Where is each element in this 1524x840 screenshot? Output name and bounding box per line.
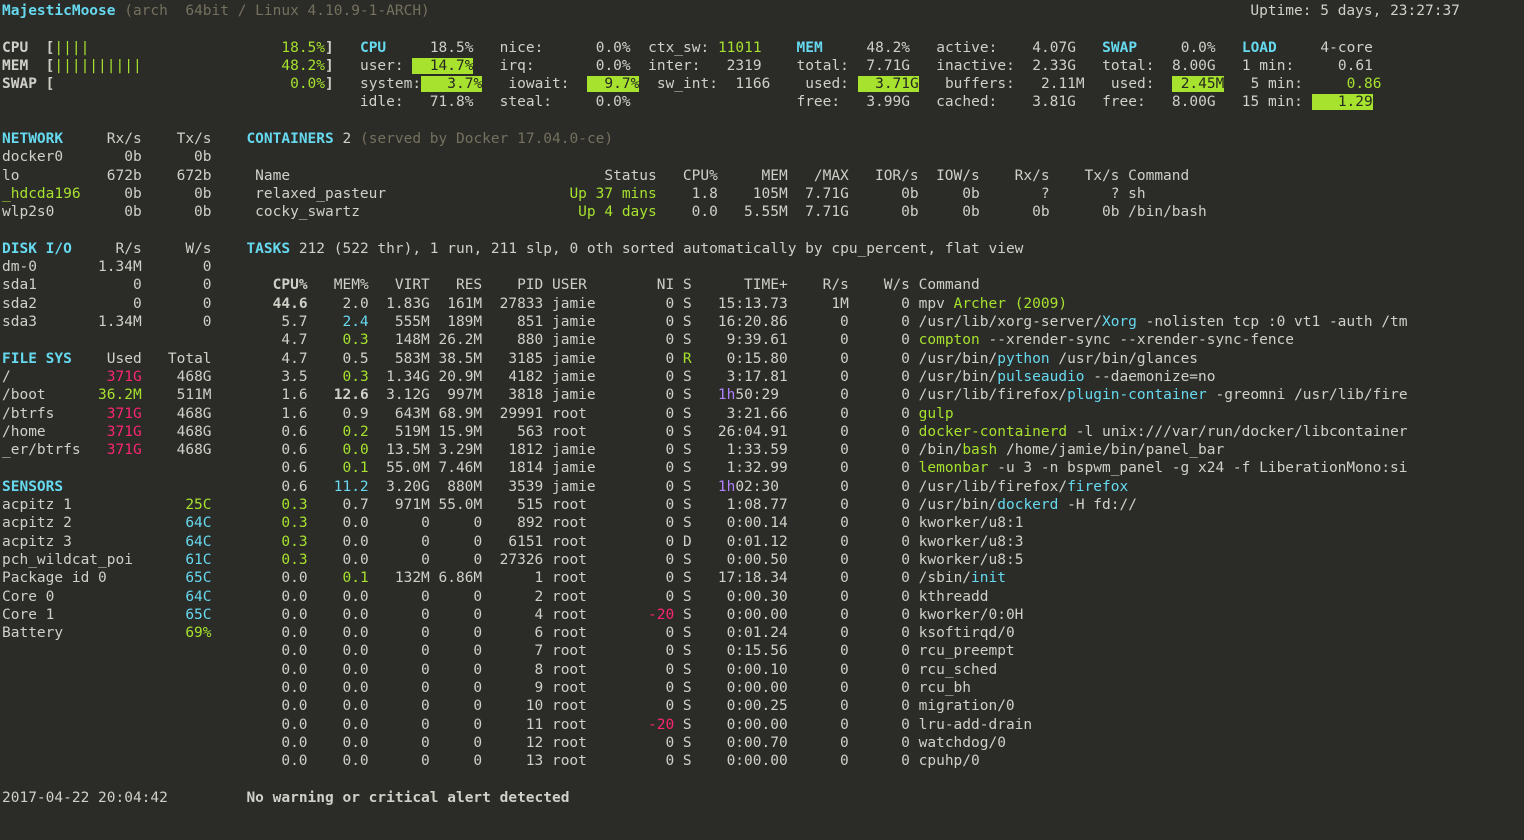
cpu-user: 14.7% — [412, 58, 473, 74]
container-status: Up 37 mins — [465, 186, 657, 202]
stats-row-3: SWAP [ 0.0%] system: 3.7% iowait: 9.7% s… — [2, 75, 1522, 93]
cpu-iowait: 9.7% — [587, 76, 639, 92]
stats-row-4: idle: 71.8% steal: 0.0% free: 3.99G cach… — [2, 93, 1522, 111]
body-row: Core 1 65C 0.0 0.0 0 0 4 root -20 S 0:00… — [2, 606, 1522, 624]
uptime: Uptime: 5 days, 23:27:37 — [1250, 3, 1460, 19]
network-row: lo 672b 672b Name Status CPU% MEM /MAX I… — [2, 167, 1522, 185]
body-row: /boot 36.2M 511M 1.6 12.6 3.12G 997M 381… — [2, 386, 1522, 404]
container-status: Up 4 days — [465, 204, 657, 220]
body-row: 0.0 0.0 0 0 11 root -20 S 0:00.00 0 0 lr… — [2, 716, 1522, 734]
body-row: 0.0 0.0 0 0 7 root 0 S 0:15.56 0 0 rcu_p… — [2, 642, 1522, 660]
tasks-header: TASKS — [246, 241, 290, 257]
body-row: FILE SYS Used Total 4.7 0.5 583M 38.5M 3… — [2, 350, 1522, 368]
body-row: 0.0 0.0 0 0 9 root 0 S 0:00.00 0 0 rcu_b… — [2, 679, 1522, 697]
footer-msg: No warning or critical alert detected — [246, 790, 569, 806]
swap-header: SWAP — [1102, 40, 1163, 56]
body-row: 0.6 0.1 55.0M 7.46M 1814 jamie 0 S 1:32.… — [2, 459, 1522, 477]
mem-used: 3.71G — [858, 76, 919, 92]
footer-time: 2017-04-22 20:04:42 — [2, 790, 168, 806]
mem-header: MEM — [797, 40, 849, 56]
bar-fill-CPU: |||| — [54, 40, 272, 56]
diskio-header: DISK I/O — [2, 241, 81, 257]
fs-header: FILE SYS — [2, 351, 81, 367]
load-15: 1.29 — [1312, 94, 1373, 110]
body-row: pch_wildcat_poi 61C 0.3 0.0 0 0 27326 ro… — [2, 551, 1522, 569]
body-row: Package id 0 65C 0.0 0.1 132M 6.86M 1 ro… — [2, 569, 1522, 587]
bar-pct-CPU: 18.5% — [273, 40, 325, 56]
hostname: MajesticMoose — [2, 3, 116, 19]
body-row: dm-0 1.34M 0 — [2, 258, 1522, 276]
net-cont-header: NETWORK Rx/s Tx/s CONTAINERS 2 (served b… — [2, 130, 1522, 148]
body-row: /btrfs 371G 468G 1.6 0.9 643M 68.9M 2999… — [2, 405, 1522, 423]
containers-header: CONTAINERS — [246, 131, 333, 147]
bar-pct-SWAP: 0.0% — [273, 76, 325, 92]
body-row: SENSORS 0.6 11.2 3.20G 880M 3539 jamie 0… — [2, 478, 1522, 496]
body-row: sda3 1.34M 0 5.7 2.4 555M 189M 851 jamie… — [2, 313, 1522, 331]
body-row: 0.0 0.0 0 0 12 root 0 S 0:00.70 0 0 watc… — [2, 734, 1522, 752]
stats-row-2: MEM [|||||||||| 48.2%] user: 14.7% irq: … — [2, 57, 1522, 75]
cpu-header: CPU — [360, 40, 412, 56]
sysinfo: (arch 64bit / Linux 4.10.9-1-ARCH) — [124, 3, 430, 19]
body-row: 0.0 0.0 0 0 13 root 0 S 0:00.00 0 0 cpuh… — [2, 752, 1522, 770]
body-row: /home 371G 468G 0.6 0.2 519M 15.9M 563 r… — [2, 423, 1522, 441]
network-row: wlp2s0 0b 0b cocky_swartz Up 4 days 0.0 … — [2, 203, 1522, 221]
tasks-summary: 212 (522 thr), 1 run, 211 slp, 0 oth sor… — [299, 241, 1024, 257]
body-row: 4.7 0.3 148M 26.2M 880 jamie 0 S 9:39.61… — [2, 331, 1522, 349]
header-line: MajesticMoose (arch 64bit / Linux 4.10.9… — [2, 2, 1522, 20]
tasks-col-cpu: CPU% — [264, 277, 308, 293]
bar-fill-SWAP — [54, 76, 272, 92]
sensors-header: SENSORS — [2, 479, 212, 495]
bar-label-SWAP: SWAP — [2, 76, 46, 92]
body-row: 0.0 0.0 0 0 8 root 0 S 0:00.10 0 0 rcu_s… — [2, 661, 1522, 679]
stats-row-1: CPU [|||| 18.5%] CPU 18.5% nice: 0.0% ct… — [2, 39, 1522, 57]
bar-label-MEM: MEM — [2, 58, 46, 74]
bar-label-CPU: CPU — [2, 40, 46, 56]
network-row: docker0 0b 0b — [2, 148, 1522, 166]
footer: 2017-04-22 20:04:42 No warning or critic… — [2, 789, 1522, 807]
disk-tasks-header: DISK I/O R/s W/s TASKS 212 (522 thr), 1 … — [2, 240, 1522, 258]
body-row: acpitz 1 25C 0.3 0.7 971M 55.0M 515 root… — [2, 496, 1522, 514]
load-header: LOAD — [1242, 40, 1312, 56]
body-row: / 371G 468G 3.5 0.3 1.34G 20.9M 4182 jam… — [2, 368, 1522, 386]
bar-pct-MEM: 48.2% — [273, 58, 325, 74]
body-row: _er/btrfs 371G 468G 0.6 0.0 13.5M 3.29M … — [2, 441, 1522, 459]
body-row: acpitz 2 64C 0.3 0.0 0 0 892 root 0 S 0:… — [2, 514, 1522, 532]
swap-used: 2.45M — [1172, 76, 1224, 92]
cpu-ctxsw: 11011 — [718, 40, 762, 56]
network-header: NETWORK — [2, 131, 81, 147]
body-row: sda1 0 0 CPU% MEM% VIRT RES PID USER NI … — [2, 276, 1522, 294]
body-row: Battery 69% 0.0 0.0 0 0 6 root 0 S 0:01.… — [2, 624, 1522, 642]
body-row: Core 0 64C 0.0 0.0 0 0 2 root 0 S 0:00.3… — [2, 588, 1522, 606]
body-row: sda2 0 0 44.6 2.0 1.83G 161M 27833 jamie… — [2, 295, 1522, 313]
body-row: acpitz 3 64C 0.3 0.0 0 0 6151 root 0 D 0… — [2, 533, 1522, 551]
body-row: 0.0 0.0 0 0 10 root 0 S 0:00.25 0 0 migr… — [2, 697, 1522, 715]
bar-fill-MEM: |||||||||| — [54, 58, 272, 74]
containers-count: 2 — [343, 131, 352, 147]
network-row: _hdcda196 0b 0b relaxed_pasteur Up 37 mi… — [2, 185, 1522, 203]
cpu-system: 3.7% — [421, 76, 482, 92]
cpu-total: 18.5% — [412, 40, 473, 56]
